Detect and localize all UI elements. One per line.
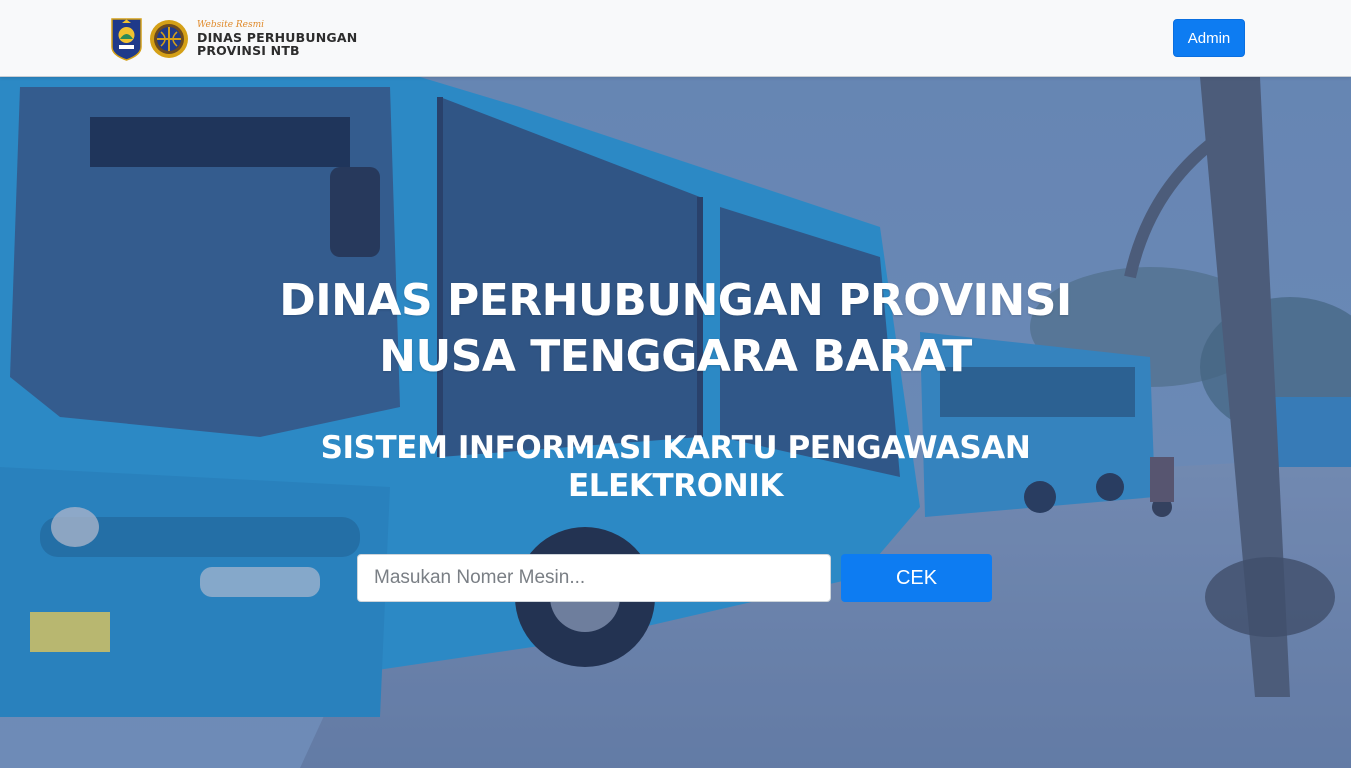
hero-overlay <box>0 77 1351 768</box>
hero-title: DINAS PERHUBUNGAN PROVINSI NUSA TENGGARA… <box>0 273 1351 385</box>
ntb-province-emblem-icon <box>111 18 142 61</box>
engine-number-search-form: CEK <box>357 554 993 602</box>
dishub-logo-icon <box>150 20 188 58</box>
hero-section: DINAS PERHUBUNGAN PROVINSI NUSA TENGGARA… <box>0 77 1351 768</box>
hero-subtitle-line1: SISTEM INFORMASI KARTU PENGAWASAN <box>320 430 1031 466</box>
cek-button[interactable]: CEK <box>841 554 992 602</box>
brand-tagline: Website Resmi <box>197 20 265 30</box>
hero-title-line2: NUSA TENGGARA BARAT <box>379 331 972 382</box>
navbar: Website Resmi DINAS PERHUBUNGAN PROVINSI… <box>0 0 1351 77</box>
engine-number-input[interactable] <box>357 554 831 602</box>
admin-button[interactable]: Admin <box>1173 19 1245 57</box>
hero-title-line1: DINAS PERHUBUNGAN PROVINSI <box>279 275 1072 326</box>
brand-title-line2: PROVINSI NTB <box>197 42 300 58</box>
brand-logo-link[interactable]: Website Resmi DINAS PERHUBUNGAN PROVINSI… <box>110 16 357 62</box>
hero-subtitle: SISTEM INFORMASI KARTU PENGAWASAN ELEKTR… <box>0 429 1351 505</box>
hero-subtitle-line2: ELEKTRONIK <box>568 468 783 504</box>
brand-text: Website Resmi DINAS PERHUBUNGAN PROVINSI… <box>197 21 357 57</box>
